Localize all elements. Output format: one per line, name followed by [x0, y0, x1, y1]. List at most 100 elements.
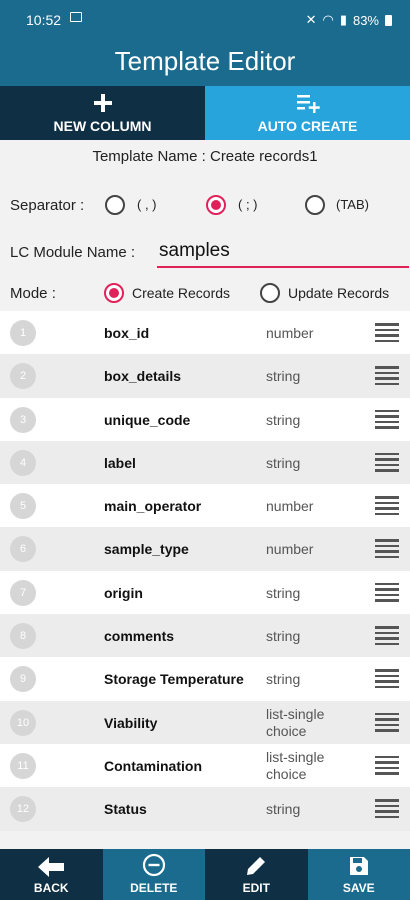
column-row[interactable]: 3 unique_code string [0, 397, 410, 441]
column-type: string [266, 671, 301, 688]
save-button[interactable]: SAVE [307, 849, 410, 900]
column-number: 2 [10, 363, 36, 390]
status-bar: 10:52 ✕ ◠ ▮ 83% [0, 0, 410, 40]
column-name: comments [104, 628, 175, 645]
column-number: 12 [10, 796, 36, 823]
column-name: main_operator [104, 498, 202, 515]
column-name: sample_type [104, 541, 189, 558]
column-number: 5 [10, 493, 36, 520]
top-tabs: NEW COLUMN AUTO CREATE [0, 86, 410, 140]
column-row[interactable]: 12 Status string [0, 787, 410, 831]
separator-tab-label: (TAB) [336, 197, 369, 212]
drag-handle-icon[interactable] [375, 582, 399, 602]
column-number: 6 [10, 536, 36, 563]
delete-label: DELETE [130, 881, 178, 895]
column-row[interactable]: 6 sample_type number [0, 527, 410, 571]
separator-tab-radio[interactable] [305, 195, 325, 215]
auto-create-label: AUTO CREATE [257, 118, 358, 134]
column-number: 4 [10, 449, 36, 476]
column-row[interactable]: 5 main_operator number [0, 484, 410, 528]
drag-handle-icon[interactable] [375, 539, 399, 559]
module-name-input[interactable] [157, 236, 409, 268]
remove-circle-icon [142, 853, 165, 877]
page-title: Template Editor [0, 40, 410, 86]
column-row[interactable]: 8 comments string [0, 614, 410, 658]
drag-handle-icon[interactable] [375, 496, 399, 516]
drag-handle-icon[interactable] [375, 626, 399, 646]
mode-label: Mode : [10, 285, 56, 302]
edit-button[interactable]: EDIT [205, 849, 308, 900]
module-row: LC Module Name : [0, 236, 410, 270]
column-name: Status [104, 801, 147, 818]
playlist-add-icon [296, 95, 320, 113]
column-row[interactable]: 10 Viability list-single choice [0, 700, 410, 744]
back-label: BACK [33, 881, 69, 895]
column-type: string [266, 411, 301, 428]
column-number: 7 [10, 579, 36, 606]
edit-label: EDIT [242, 881, 270, 895]
new-column-button[interactable]: NEW COLUMN [0, 86, 205, 140]
drag-handle-icon[interactable] [375, 323, 399, 342]
column-name: label [104, 454, 136, 471]
mode-create-radio[interactable] [104, 283, 124, 303]
drag-handle-icon[interactable] [375, 452, 399, 472]
save-icon [349, 857, 368, 875]
column-type: string [266, 628, 301, 645]
column-type: list-single choice [266, 748, 325, 782]
signal-icon: ▮ [339, 12, 347, 27]
column-number: 11 [10, 752, 36, 779]
separator-semicolon-radio[interactable] [206, 195, 226, 215]
status-right: ✕ ◠ ▮ 83% [306, 12, 392, 28]
column-number: 8 [10, 623, 36, 650]
column-row[interactable]: 2 box_details string [0, 354, 410, 398]
column-type: number [266, 541, 314, 558]
column-list[interactable]: 1 box_id number 2 box_details string 3 unique_c… [0, 311, 410, 849]
delete-button[interactable]: DELETE [102, 849, 205, 900]
column-name: unique_code [104, 411, 191, 428]
save-label: SAVE [342, 881, 375, 895]
drag-handle-icon[interactable] [375, 409, 399, 429]
battery-level: 83% [352, 12, 379, 28]
new-column-label: NEW COLUMN [53, 118, 152, 134]
column-type: string [266, 368, 301, 385]
auto-create-button[interactable]: AUTO CREATE [205, 86, 410, 140]
drag-handle-icon[interactable] [375, 669, 399, 689]
mode-create-label: Create Records [132, 285, 231, 301]
drag-handle-icon[interactable] [375, 366, 399, 386]
column-type: string [266, 454, 301, 471]
status-time: 10:52 [26, 12, 62, 28]
battery-icon [385, 14, 392, 26]
column-row[interactable]: 11 Contamination list-single choice [0, 743, 410, 788]
separator-row: Separator : ( , ) ( ; ) (TAB) [0, 190, 410, 220]
column-row[interactable]: 7 origin string [0, 570, 410, 615]
wifi-icon: ◠ [322, 12, 334, 27]
column-type: number [266, 325, 314, 341]
separator-comma-radio[interactable] [105, 195, 125, 215]
separator-comma-label: ( , ) [137, 197, 157, 212]
mode-update-radio[interactable] [260, 283, 280, 303]
column-number: 3 [10, 406, 36, 433]
module-name-label: LC Module Name : [10, 244, 136, 261]
column-number: 1 [10, 320, 36, 346]
template-name: Template Name : Create records1 [92, 148, 318, 165]
cast-icon [70, 12, 82, 22]
column-name: origin [104, 584, 143, 601]
column-name: Storage Temperature [104, 671, 244, 688]
column-name: Viability [104, 714, 158, 731]
drag-handle-icon[interactable] [375, 712, 399, 732]
drag-handle-icon[interactable] [375, 755, 399, 775]
mode-row: Mode : Create Records Update Records [0, 280, 410, 306]
column-name: box_id [104, 325, 150, 341]
mode-update-label: Update Records [288, 285, 390, 301]
column-type: number [266, 498, 314, 515]
mute-icon: ✕ [305, 12, 317, 27]
column-row[interactable]: 1 box_id number [0, 311, 410, 355]
back-button[interactable]: BACK [0, 849, 103, 900]
column-name: Contamination [104, 757, 202, 774]
column-number: 10 [10, 709, 36, 736]
column-row[interactable]: 4 label string [0, 440, 410, 485]
pencil-icon [247, 857, 266, 875]
separator-semicolon-label: ( ; ) [238, 197, 258, 212]
column-row[interactable]: 9 Storage Temperature string [0, 657, 410, 701]
drag-handle-icon[interactable] [375, 799, 399, 819]
